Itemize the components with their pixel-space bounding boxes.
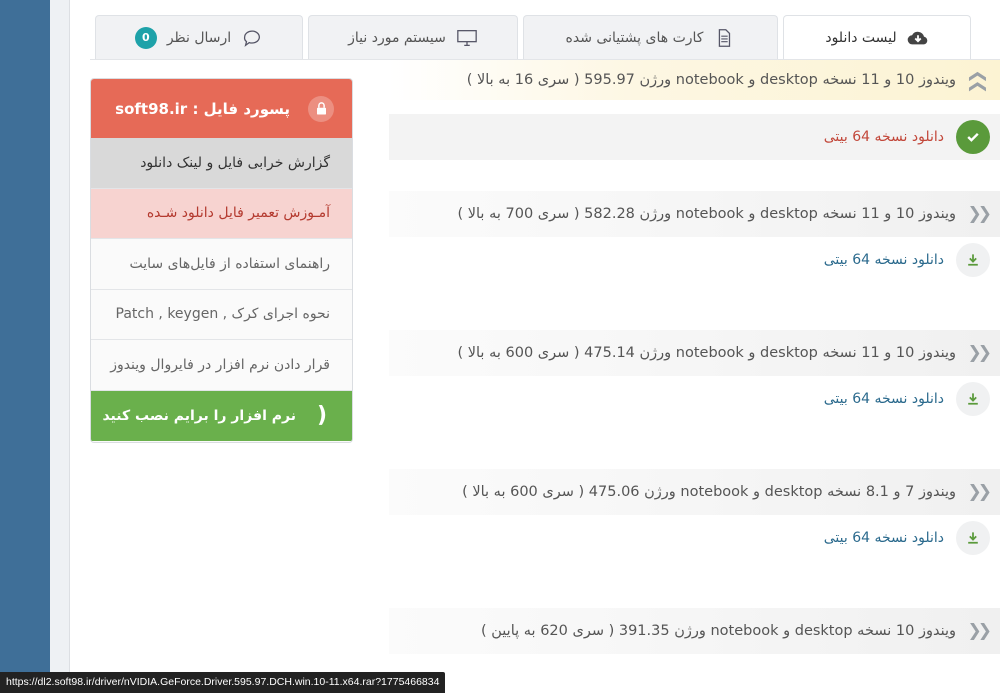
- parenthesis-icon: (: [316, 403, 328, 429]
- download-group-title[interactable]: ❮❮ ویندوز 10 و 11 نسخه desktop و noteboo…: [389, 330, 1000, 376]
- chevron-down-icon: ❯❯: [968, 69, 988, 91]
- download-icon: [956, 382, 990, 416]
- status-bar-url: https://dl2.soft98.ir/driver/nVIDIA.GeFo…: [0, 672, 446, 693]
- download-group-title[interactable]: ❯❯ ویندوز 10 و 11 نسخه desktop و noteboo…: [389, 60, 1000, 100]
- sidebar-item-report-broken[interactable]: گزارش خرابی فایل و لینک دانلود: [91, 138, 352, 189]
- check-icon: [956, 120, 990, 154]
- cloud-download-icon: [907, 31, 927, 44]
- chevron-left-icon: ❮❮: [967, 343, 993, 363]
- tab-send-comment-label: ارسال نظر: [166, 29, 232, 46]
- file-password: پسورد فایل : soft98.ir: [91, 79, 352, 138]
- password-label: پسورد فایل :: [192, 99, 290, 118]
- download-link-row[interactable]: دانلود نسخه 64 بیتی: [389, 515, 1000, 561]
- download-group-title[interactable]: ❮❮ ویندوز 7 و 8.1 نسخه desktop و noteboo…: [389, 469, 1000, 515]
- install-for-me-label: نرم افزار را برایم نصب کنید: [102, 407, 296, 424]
- download-link-text[interactable]: دانلود نسخه 64 بیتی: [824, 252, 944, 268]
- download-icon: [956, 243, 990, 277]
- download-link-row[interactable]: دانلود نسخه 64 بیتی: [389, 114, 1000, 160]
- download-list: ❯❯ ویندوز 10 و 11 نسخه desktop و noteboo…: [389, 60, 1000, 654]
- download-group-title-text: ویندوز 10 و 11 نسخه desktop و notebook و…: [457, 345, 956, 361]
- chevron-left-icon: ❮❮: [967, 621, 993, 641]
- sidebar-item-crack-guide[interactable]: نحوه اجرای کرک , Patch , keygen: [91, 290, 352, 340]
- install-for-me-button[interactable]: ( نرم افزار را برایم نصب کنید: [91, 390, 352, 441]
- tab-supported-cards[interactable]: کارت های پشتیانی شده: [523, 15, 778, 59]
- main-content: لیست دانلود کارت های پشتیانی شده سیستم م…: [71, 0, 1000, 693]
- chevron-left-icon: ❮❮: [967, 204, 993, 224]
- download-link-row[interactable]: دانلود نسخه 64 بیتی: [389, 237, 1000, 283]
- download-group-title-text: ویندوز 10 و 11 نسخه desktop و notebook و…: [466, 72, 956, 88]
- download-group-title-text: ویندوز 10 نسخه desktop و notebook ورژن 3…: [480, 623, 956, 639]
- tab-send-comment[interactable]: ارسال نظر 0: [95, 15, 303, 59]
- download-group-title[interactable]: ❮❮ ویندوز 10 نسخه desktop و notebook ورژ…: [389, 608, 1000, 654]
- download-group-title-text: ویندوز 10 و 11 نسخه desktop و notebook و…: [457, 206, 956, 222]
- monitor-icon: [457, 29, 477, 46]
- tab-download-list[interactable]: لیست دانلود: [783, 15, 971, 59]
- sidebar-item-firewall[interactable]: قرار دادن نرم افزار در فایروال ویندوز: [91, 340, 352, 391]
- comment-icon: [244, 29, 261, 47]
- page-edge: [50, 0, 70, 693]
- left-background-strip: [0, 0, 50, 693]
- tab-system-requirements[interactable]: سیستم مورد نیاز: [308, 15, 518, 59]
- download-link-text[interactable]: دانلود نسخه 64 بیتی: [824, 391, 944, 407]
- sidebar-panel: پسورد فایل : soft98.ir گزارش خرابی فایل …: [90, 78, 353, 443]
- sidebar-item-usage-guide[interactable]: راهنمای استفاده از فایل‌های سایت: [91, 239, 352, 290]
- lock-icon: [308, 95, 334, 122]
- download-link-row[interactable]: دانلود نسخه 64 بیتی: [389, 376, 1000, 422]
- download-link-text[interactable]: دانلود نسخه 64 بیتی: [824, 530, 944, 546]
- tab-supported-cards-label: کارت های پشتیانی شده: [565, 29, 704, 46]
- download-group-title-text: ویندوز 7 و 8.1 نسخه desktop و notebook و…: [462, 484, 956, 500]
- download-link-text[interactable]: دانلود نسخه 64 بیتی: [824, 129, 944, 145]
- password-value: soft98.ir: [115, 99, 188, 118]
- sidebar-item-repair-tutorial[interactable]: آمـوزش تعمیر فایل دانلود شـده: [91, 188, 352, 239]
- tab-download-list-label: لیست دانلود: [825, 29, 897, 46]
- document-icon: [719, 28, 731, 47]
- comment-count-badge: 0: [134, 26, 157, 49]
- tab-bar: لیست دانلود کارت های پشتیانی شده سیستم م…: [90, 15, 971, 59]
- download-icon: [956, 521, 990, 555]
- chevron-left-icon: ❮❮: [967, 482, 993, 502]
- tab-system-requirements-label: سیستم مورد نیاز: [348, 29, 446, 46]
- download-group-title[interactable]: ❮❮ ویندوز 10 و 11 نسخه desktop و noteboo…: [389, 191, 1000, 237]
